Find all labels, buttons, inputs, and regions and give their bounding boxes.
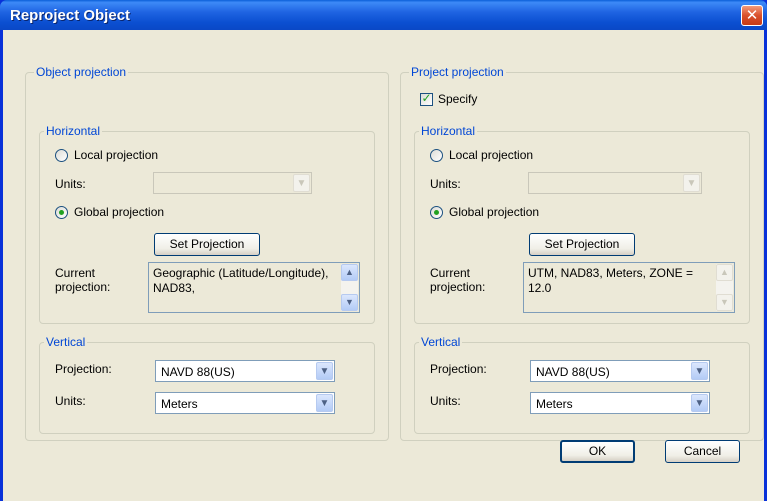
specify-label[interactable]: Specify — [438, 92, 477, 106]
project-units-label: Units: — [430, 177, 461, 191]
project-vertical-projection-select[interactable]: NAVD 88(US) ▼ — [530, 360, 710, 382]
chevron-down-icon: ▼ — [694, 366, 705, 377]
project-vertical-group: Vertical Projection: NAVD 88(US) ▼ Units… — [414, 335, 750, 434]
object-set-projection-button[interactable]: Set Projection — [154, 233, 260, 256]
reproject-object-dialog: Reproject Object ✕ Object projection Hor… — [0, 0, 767, 501]
object-current-projection-value: Geographic (Latitude/Longitude), NAD83, — [153, 266, 329, 295]
object-horizontal-legend: Horizontal — [44, 124, 103, 138]
chevron-down-icon: ▼ — [694, 398, 705, 409]
object-vertical-units-label: Units: — [55, 394, 86, 408]
scroll-down-icon[interactable]: ▼ — [716, 294, 733, 311]
project-vertical-projection-label: Projection: — [430, 362, 487, 376]
project-vertical-units-dropdown-button[interactable]: ▼ — [691, 394, 708, 412]
chevron-down-icon: ▼ — [319, 366, 330, 377]
project-horizontal-group: Horizontal Local projection Units: ▼ Glo… — [414, 124, 750, 324]
project-set-projection-button[interactable]: Set Projection — [529, 233, 635, 256]
project-global-projection-radio[interactable] — [430, 206, 443, 219]
specify-checkbox[interactable]: ✓ — [420, 91, 433, 106]
object-current-projection-label: Current projection: — [55, 266, 111, 294]
object-projection-group: Object projection Horizontal Local proje… — [25, 65, 389, 441]
scroll-down-icon[interactable]: ▼ — [341, 294, 358, 311]
project-units-dropdown-button[interactable]: ▼ — [683, 174, 700, 192]
project-global-projection-label: Global projection — [449, 205, 540, 219]
project-local-projection-label[interactable]: Local projection — [449, 148, 533, 162]
title-bar[interactable]: Reproject Object ✕ — [0, 0, 767, 30]
chevron-down-icon: ▼ — [296, 178, 307, 189]
checkmark-icon: ✓ — [421, 91, 432, 105]
object-vertical-units-select[interactable]: Meters ▼ — [155, 392, 335, 414]
close-icon: ✕ — [745, 7, 759, 24]
object-vertical-projection-value: NAVD 88(US) — [161, 365, 235, 379]
object-current-projection-textbox[interactable]: Geographic (Latitude/Longitude), NAD83, … — [148, 262, 360, 313]
scroll-up-icon[interactable]: ▲ — [716, 264, 733, 281]
project-vertical-projection-dropdown-button[interactable]: ▼ — [691, 362, 708, 380]
object-local-projection-radio[interactable] — [55, 149, 68, 162]
chevron-down-icon: ▼ — [686, 178, 697, 189]
project-projection-group: Project projection ✓ Specify Horizontal … — [400, 65, 764, 441]
object-global-projection-radio[interactable] — [55, 206, 68, 219]
object-local-projection-label[interactable]: Local projection — [74, 148, 158, 162]
project-horizontal-legend: Horizontal — [419, 124, 478, 138]
object-horizontal-group: Horizontal Local projection Units: ▼ Glo… — [39, 124, 375, 324]
project-projection-legend: Project projection — [409, 65, 506, 79]
project-current-projection-value: UTM, NAD83, Meters, ZONE = 12.0 — [528, 266, 694, 295]
project-vertical-legend: Vertical — [419, 335, 463, 349]
project-current-projection-textbox[interactable]: UTM, NAD83, Meters, ZONE = 12.0 ▲ ▼ — [523, 262, 735, 313]
object-projection-scrollbar[interactable]: ▲ ▼ — [341, 264, 358, 311]
project-vertical-units-label: Units: — [430, 394, 461, 408]
scroll-up-icon[interactable]: ▲ — [341, 264, 358, 281]
object-vertical-group: Vertical Projection: NAVD 88(US) ▼ Units… — [39, 335, 375, 434]
object-vertical-projection-select[interactable]: NAVD 88(US) ▼ — [155, 360, 335, 382]
project-vertical-units-value: Meters — [536, 397, 573, 411]
close-button[interactable]: ✕ — [741, 5, 763, 26]
object-global-projection-label[interactable]: Global projection — [74, 205, 164, 219]
project-current-projection-label: Current projection: — [430, 266, 486, 294]
project-vertical-units-select[interactable]: Meters ▼ — [530, 392, 710, 414]
ok-button[interactable]: OK — [560, 440, 635, 463]
object-units-label: Units: — [55, 177, 86, 191]
dialog-client-area: Object projection Horizontal Local proje… — [3, 30, 764, 501]
object-vertical-projection-dropdown-button[interactable]: ▼ — [316, 362, 333, 380]
project-units-select[interactable]: ▼ — [528, 172, 702, 194]
project-projection-scrollbar[interactable]: ▲ ▼ — [716, 264, 733, 311]
project-local-projection-radio[interactable] — [430, 149, 443, 162]
cancel-button[interactable]: Cancel — [665, 440, 740, 463]
chevron-down-icon: ▼ — [319, 398, 330, 409]
object-projection-legend: Object projection — [34, 65, 129, 79]
object-vertical-units-value: Meters — [161, 397, 198, 411]
window-title: Reproject Object — [10, 7, 131, 24]
project-vertical-projection-value: NAVD 88(US) — [536, 365, 610, 379]
object-units-dropdown-button[interactable]: ▼ — [293, 174, 310, 192]
object-vertical-projection-label: Projection: — [55, 362, 112, 376]
object-units-select[interactable]: ▼ — [153, 172, 312, 194]
object-vertical-legend: Vertical — [44, 335, 88, 349]
object-vertical-units-dropdown-button[interactable]: ▼ — [316, 394, 333, 412]
